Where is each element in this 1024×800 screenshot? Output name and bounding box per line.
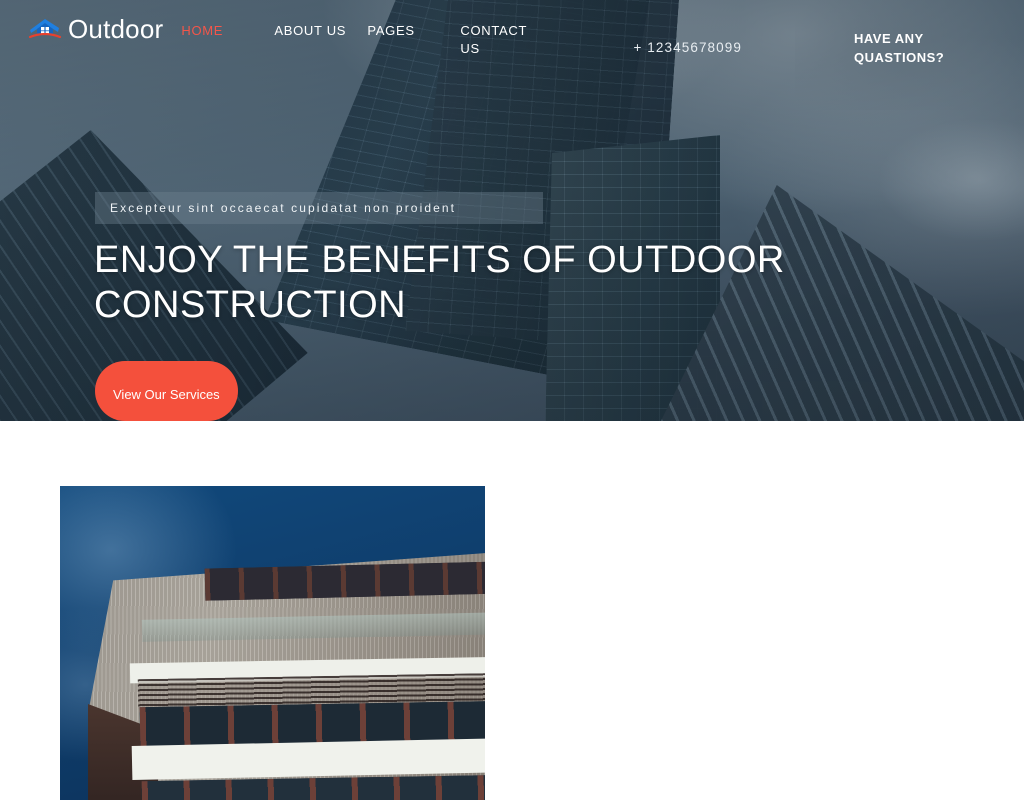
header-phone-number[interactable]: + 12345678099 — [633, 14, 742, 55]
main-navigation: Outdoor HOME ABOUT US PAGES CONTACT US +… — [0, 0, 1024, 70]
view-our-services-button[interactable]: View Our Services — [95, 361, 238, 421]
nav-item-contact-us[interactable]: CONTACT US — [460, 22, 534, 58]
hero-eyebrow-band: Excepteur sint occaecat cupidatat non pr… — [95, 192, 543, 224]
about-image — [60, 486, 485, 800]
brand-name: Outdoor — [68, 14, 164, 44]
about-image-white-band — [131, 738, 485, 780]
header-questions-cta[interactable]: HAVE ANY QUASTIONS? — [854, 14, 974, 67]
about-image-window-row — [204, 561, 485, 601]
hero-section: Outdoor HOME ABOUT US PAGES CONTACT US +… — [0, 0, 1024, 421]
hero-title: ENJOY THE BENEFITS OF OUTDOOR CONSTRUCTI… — [94, 239, 785, 326]
brand-logo[interactable]: Outdoor — [28, 14, 163, 44]
hero-eyebrow-text: Excepteur sint occaecat cupidatat non pr… — [110, 201, 457, 215]
about-section: Heading Here Lorem ipsum dolor sit amet … — [0, 421, 1024, 800]
nav-item-about-us[interactable]: ABOUT US — [274, 22, 348, 40]
nav-item-home[interactable]: HOME — [181, 22, 255, 40]
nav-item-pages[interactable]: PAGES — [367, 22, 441, 40]
house-roof-icon — [28, 16, 62, 42]
nav-links: HOME ABOUT US PAGES CONTACT US — [181, 14, 553, 58]
